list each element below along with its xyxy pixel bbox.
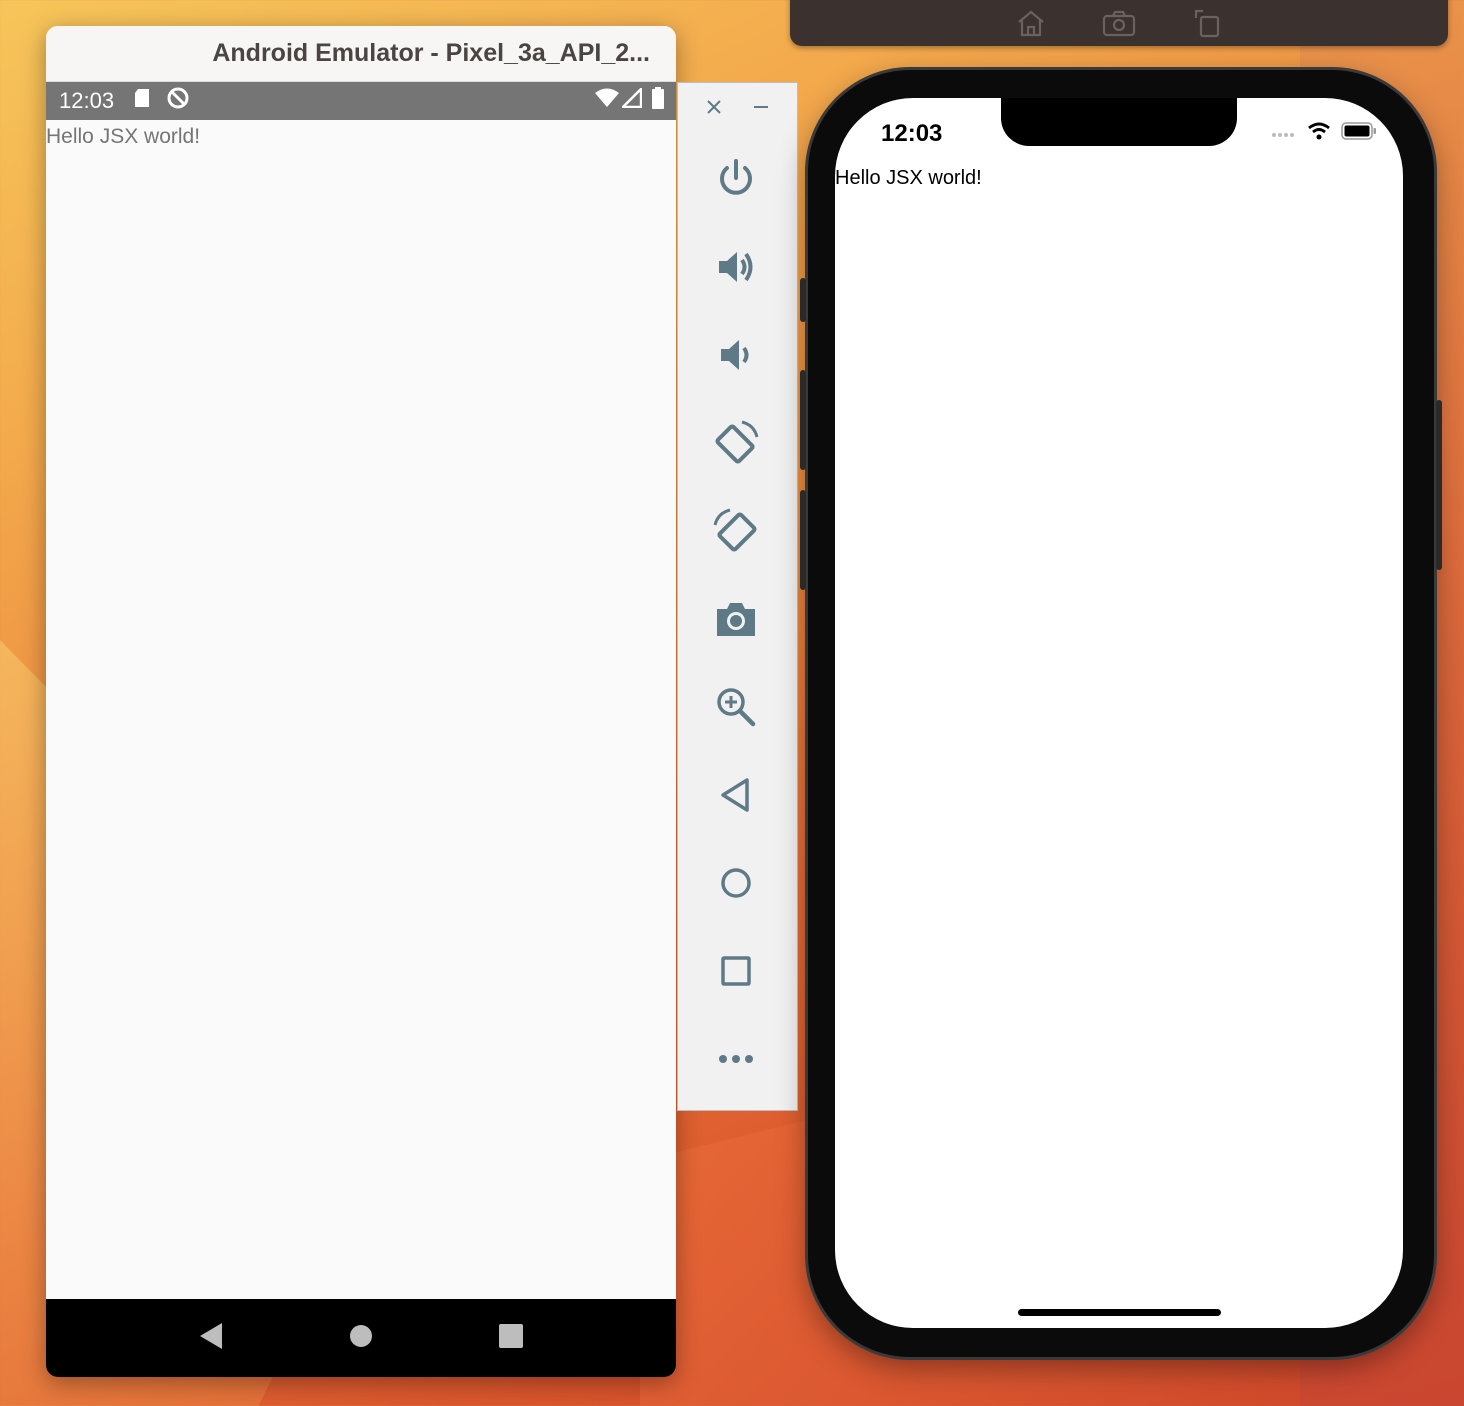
zoom-icon[interactable] [712,683,760,731]
window-title: Android Emulator - Pixel_3a_API_2... [212,39,650,67]
signal-dots-icon [1271,125,1297,143]
volume-up-icon[interactable] [712,243,760,291]
android-nav-bar [46,1299,676,1377]
close-icon[interactable] [704,97,724,127]
simulator-toolbar [790,0,1448,46]
status-time: 12:03 [59,88,115,113]
overview-icon[interactable] [712,947,760,995]
ios-status-icons [1271,122,1377,145]
side-button[interactable] [1436,400,1442,570]
hello-text: Hello JSX world! [835,167,982,189]
android-emulator-window: Android Emulator - Pixel_3a_API_2... 12:… [46,26,676,1377]
window-titlebar[interactable]: Android Emulator - Pixel_3a_API_2... [46,26,676,82]
notch [1001,98,1237,146]
rotate-right-icon[interactable] [712,507,760,555]
home-icon[interactable] [1013,5,1049,41]
home-indicator[interactable] [1018,1309,1221,1316]
power-icon[interactable] [712,155,760,203]
iphone-screen: 12:03 Hello JSX world! [835,98,1403,1328]
hello-text: Hello JSX world! [46,125,201,148]
volume-down-button[interactable] [800,490,806,590]
wifi-icon [594,88,620,114]
rotate-icon[interactable] [1189,5,1225,41]
battery-icon [1341,122,1377,145]
rotate-left-icon[interactable] [712,419,760,467]
wifi-icon [1307,122,1331,145]
ios-status-time: 12:03 [881,120,943,147]
battery-icon [652,87,664,115]
more-icon[interactable] [712,1035,760,1083]
android-status-bar: 12:03 [46,82,676,120]
screenshot-icon[interactable] [1101,5,1137,41]
mute-switch[interactable] [800,278,806,322]
back-icon[interactable] [198,1322,224,1355]
recents-icon[interactable] [498,1323,524,1354]
volume-down-icon[interactable] [712,331,760,379]
emulator-controls-panel [677,82,798,1111]
iphone-simulator: 12:03 Hello JSX world! [800,70,1442,1357]
data-saver-icon [166,86,190,116]
minimize-icon[interactable] [751,97,771,127]
android-app-content: Hello JSX world! [46,120,676,1299]
cell-signal-icon [620,86,643,114]
home-icon[interactable] [712,859,760,907]
volume-up-button[interactable] [800,370,806,470]
sd-card-icon [134,88,150,114]
back-icon[interactable] [712,771,760,819]
home-icon[interactable] [349,1324,373,1353]
camera-icon[interactable] [712,595,760,643]
